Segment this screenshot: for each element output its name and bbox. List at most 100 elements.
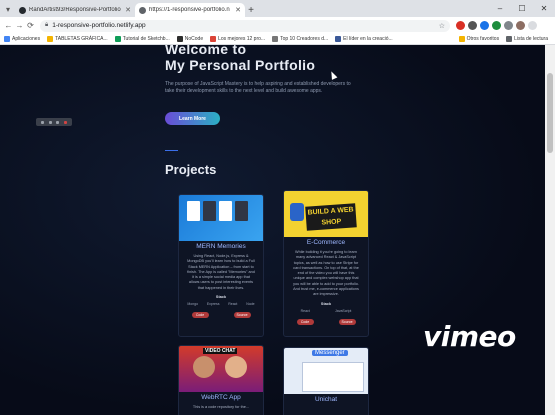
stack-label: Stack — [215, 295, 227, 300]
stack-list: React JavaScript — [284, 309, 368, 313]
extension-icon[interactable] — [480, 21, 489, 30]
hero-title-line2: My Personal Portfolio — [165, 57, 316, 73]
thumbnail-overlay-text: VIDEO CHAT — [203, 348, 238, 354]
section-divider — [165, 150, 178, 151]
phone-mockup — [219, 201, 232, 221]
vimeo-watermark-logo: vimeo — [423, 320, 516, 353]
lock-icon[interactable]: 🔒︎ — [45, 22, 48, 29]
tab-portfolio[interactable]: https://1-responsive-portfolio.n ✕ — [135, 3, 245, 17]
toolbar-dot-icon[interactable] — [40, 120, 44, 124]
new-tab-button[interactable]: + — [245, 3, 257, 17]
extensions-bar — [456, 21, 537, 30]
phone-mockup — [235, 201, 248, 221]
bookmark-apps[interactable]: Aplicaciones — [4, 36, 40, 42]
project-card-mern-memories: MERN Memories Using React, Node.js, Expr… — [178, 194, 264, 337]
phone-mockup — [187, 201, 200, 221]
extensions-puzzle-icon[interactable] — [504, 21, 513, 30]
bookmark-item[interactable]: Top 10 Creadores d... — [272, 36, 328, 42]
browser-tab-bar: ▾ RandArtist93/Responsive-Portfolio ✕ ht… — [0, 0, 555, 17]
profile-avatar[interactable] — [516, 21, 525, 30]
code-button[interactable]: Code — [191, 312, 209, 319]
project-description: This is a code repository for the... — [192, 405, 250, 409]
bookmark-favicon-icon — [176, 36, 183, 42]
forward-arrow-icon[interactable]: → — [14, 21, 25, 30]
page-favicon-icon — [139, 6, 146, 14]
reading-list[interactable]: Lista de lectura — [506, 36, 548, 42]
reading-list-icon — [506, 36, 513, 42]
project-card-e-commerce: BUILD A WEB SHOP E-Commerce While buildi… — [283, 190, 369, 337]
bookmark-label: El líder en la creació... — [343, 36, 393, 42]
close-tab-icon[interactable]: ✕ — [235, 6, 241, 14]
bookmark-favicon-icon — [335, 36, 342, 42]
project-thumbnail: VIDEO CHAT — [179, 346, 263, 392]
bookmark-favicon-icon — [210, 36, 217, 42]
tab-github[interactable]: RandArtist93/Responsive-Portfolio ✕ — [15, 3, 135, 17]
bookmark-item[interactable]: NoCode — [176, 36, 204, 42]
project-thumbnail: BUILD A WEB SHOP — [284, 191, 368, 237]
source-button[interactable]: Source — [338, 318, 356, 325]
stack-list: Mongo Express React Node — [179, 302, 263, 306]
toolbar-dot-icon[interactable] — [56, 120, 60, 124]
bookmark-label: Aplicaciones — [12, 36, 41, 42]
person-photo — [193, 356, 215, 378]
other-bookmarks-folder[interactable]: Otros favoritos — [458, 36, 500, 42]
close-window-button[interactable]: ✕ — [533, 0, 555, 17]
project-name: E-Commerce — [306, 239, 346, 246]
bookmark-label: Lista de lectura — [514, 36, 548, 42]
bookmark-item[interactable]: Tutorial de Sketchb... — [114, 36, 170, 42]
extension-icon[interactable] — [492, 21, 501, 30]
bookmark-label: TABLETAS GRÁFICA... — [55, 36, 108, 42]
project-thumbnail — [179, 195, 263, 241]
scrollbar-thumb[interactable] — [547, 73, 553, 153]
bookmark-label: NoCode — [184, 36, 204, 42]
maximize-button[interactable]: ☐ — [511, 0, 533, 17]
projects-heading: Projects — [165, 162, 217, 177]
back-arrow-icon[interactable]: ← — [3, 21, 14, 30]
source-button[interactable]: Source — [233, 312, 251, 319]
menu-dots-icon[interactable] — [528, 21, 537, 30]
mouse-cursor-icon — [328, 70, 338, 80]
card-actions: Code Source — [284, 318, 368, 325]
code-button[interactable]: Code — [296, 318, 314, 325]
bookmark-item[interactable]: Los mejores 12 pro... — [210, 36, 265, 42]
bookmark-label: Los mejores 12 pro... — [218, 36, 266, 42]
chat-window-illustration — [302, 362, 364, 392]
apps-grid-icon — [4, 36, 10, 42]
tab-title: RandArtist93/Responsive-Portfolio — [29, 7, 121, 13]
extension-icon[interactable] — [456, 21, 465, 30]
record-icon[interactable] — [64, 120, 68, 124]
bookmark-favicon-icon — [47, 36, 54, 42]
project-card-webrtc-app: VIDEO CHAT WebRTC App This is a code rep… — [178, 345, 264, 415]
close-tab-icon[interactable]: ✕ — [125, 6, 131, 14]
stack-item: Node — [246, 302, 255, 307]
toolbar-dot-icon[interactable] — [48, 120, 52, 124]
stack-label: Stack — [320, 301, 332, 306]
bookmark-label: Tutorial de Sketchb... — [122, 36, 170, 42]
extension-icon[interactable] — [468, 21, 477, 30]
tab-search-icon[interactable]: ▾ — [3, 4, 13, 14]
minimize-button[interactable]: – — [489, 0, 511, 17]
bookmark-star-icon[interactable]: ☆ — [439, 22, 445, 30]
bookmark-favicon-icon — [272, 36, 279, 42]
browser-toolbar: ← → ⟳ 🔒︎ 1-responsive-portfolio.netlify.… — [0, 17, 555, 34]
address-bar[interactable]: 🔒︎ 1-responsive-portfolio.netlify.app ☆ — [40, 19, 450, 32]
robot-illustration — [290, 203, 304, 221]
bookmark-item[interactable]: El líder en la creació... — [335, 36, 393, 42]
learn-more-button[interactable]: Learn More — [165, 112, 220, 125]
stack-item: React — [300, 308, 310, 313]
stack-item: Express — [206, 302, 220, 307]
bookmark-label: Otros favoritos — [466, 36, 500, 42]
folder-icon — [458, 36, 465, 42]
card-actions: Code Source — [179, 312, 263, 319]
floating-devtools-toolbar[interactable] — [36, 118, 72, 126]
reload-icon[interactable]: ⟳ — [25, 21, 36, 30]
project-thumbnail: Messenger — [284, 348, 368, 394]
phone-mockup — [203, 201, 216, 221]
project-card-unichat: Messenger Unichat — [283, 347, 369, 415]
page-scrollbar[interactable] — [545, 45, 555, 415]
github-favicon-icon — [19, 6, 26, 14]
bookmark-item[interactable]: TABLETAS GRÁFICA... — [47, 36, 108, 42]
hero-title-line1: Welcome to — [165, 45, 247, 57]
stack-item: React — [228, 302, 238, 307]
project-name: MERN Memories — [196, 243, 246, 250]
